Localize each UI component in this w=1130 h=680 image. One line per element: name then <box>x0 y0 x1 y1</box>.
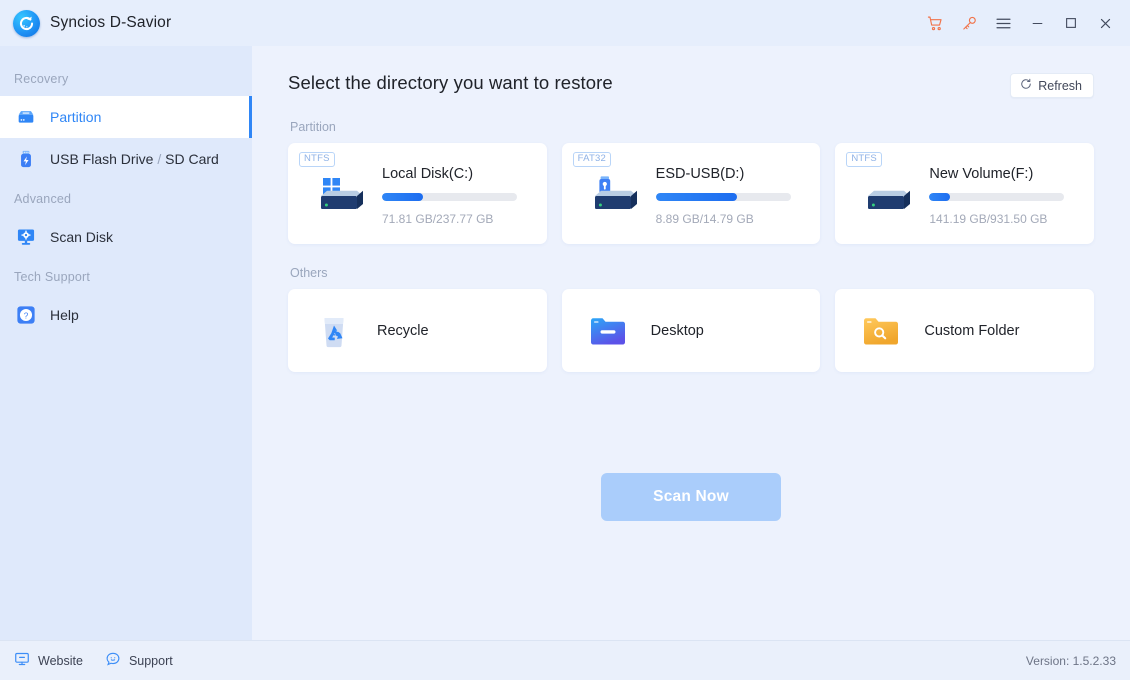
version-label: Version: 1.5.2.33 <box>1025 653 1116 668</box>
recovery-circle-logo-icon <box>13 9 40 37</box>
svg-text:?: ? <box>24 311 29 320</box>
minimize-icon[interactable] <box>1020 6 1054 40</box>
usage-bar <box>655 192 791 201</box>
partition-section-label: Partition <box>290 120 336 134</box>
others-card-row: Recycle Desktop Custom Folder <box>288 289 1095 372</box>
usage-bar-fill <box>382 192 423 201</box>
usage-bar-fill <box>929 192 950 201</box>
other-card-desktop[interactable]: Desktop <box>561 289 821 372</box>
usb-drive-icon <box>584 174 642 220</box>
help-question-icon: ? <box>14 303 38 327</box>
title-bar: Syncios D-Savior <box>0 0 1130 46</box>
key-icon[interactable] <box>952 6 986 40</box>
partition-card-row: NTFS Local Disk(C:) 71.81 GB/237.77 GB F… <box>288 143 1095 244</box>
footer-website-label: Website <box>38 653 83 668</box>
partition-size: 141.19 GB/931.50 GB <box>929 211 1048 226</box>
app-brand: Syncios D-Savior <box>0 9 172 37</box>
partition-card-esd-usb-d[interactable]: FAT32 ESD-USB(D:) 8.89 GB/14.79 GB <box>561 143 821 244</box>
usage-bar-fill <box>655 192 737 201</box>
sidebar-item-label: Help <box>50 307 79 323</box>
footer-website-link[interactable]: Website <box>14 651 83 670</box>
partition-card-local-disk-c[interactable]: NTFS Local Disk(C:) 71.81 GB/237.77 GB <box>288 143 547 244</box>
partition-info: New Volume(F:) 141.19 GB/931.50 GB <box>915 162 1078 226</box>
orange-search-folder-icon <box>861 314 901 348</box>
chat-bubble-icon <box>105 651 121 670</box>
other-card-label: Custom Folder <box>924 322 1020 339</box>
sidebar-item-scan-disk[interactable]: Scan Disk <box>0 216 252 258</box>
main-header: Select the directory you want to restore… <box>288 46 1094 98</box>
sidebar: Recovery Partition USB Flash Drive / SD … <box>0 46 252 640</box>
monitor-icon <box>14 651 30 670</box>
partition-name: New Volume(F:) <box>929 165 1034 182</box>
other-card-label: Desktop <box>650 322 704 339</box>
maximize-icon[interactable] <box>1054 6 1088 40</box>
refresh-icon <box>1020 78 1032 93</box>
usb-flash-icon <box>14 147 38 171</box>
sidebar-item-label: Partition <box>50 109 102 125</box>
sidebar-item-help[interactable]: ? Help <box>0 294 252 336</box>
partition-info: Local Disk(C:) 71.81 GB/237.77 GB <box>368 162 531 226</box>
footer-support-link[interactable]: Support <box>105 651 173 670</box>
partition-size: 8.89 GB/14.79 GB <box>655 211 754 226</box>
refresh-label: Refresh <box>1038 78 1082 93</box>
scan-button-area: Scan Now <box>288 372 1094 640</box>
partition-info: ESD-USB(D:) 8.89 GB/14.79 GB <box>642 162 805 226</box>
partition-name: ESD-USB(D:) <box>655 165 745 182</box>
scan-now-button[interactable]: Scan Now <box>601 473 781 521</box>
partition-drive-icon <box>14 105 38 129</box>
sidebar-group-recovery: Recovery <box>14 72 69 86</box>
footer-bar: Website Support Version: 1.5.2.33 <box>0 640 1130 680</box>
footer-support-label: Support <box>128 653 173 668</box>
cart-icon[interactable] <box>918 6 952 40</box>
plain-drive-icon <box>857 174 915 220</box>
filesystem-badge: NTFS <box>299 152 335 167</box>
partition-name: Local Disk(C:) <box>382 165 474 182</box>
window-body: Recovery Partition USB Flash Drive / SD … <box>0 46 1130 640</box>
app-title: Syncios D-Savior <box>50 14 172 31</box>
usage-bar <box>382 192 517 201</box>
scan-disk-monitor-icon <box>14 225 38 249</box>
partition-card-new-volume-f[interactable]: NTFS New Volume(F:) 141.19 GB/931.50 GB <box>835 143 1095 244</box>
others-section-label: Others <box>290 266 328 280</box>
sidebar-item-label: Scan Disk <box>50 229 114 245</box>
sidebar-group-advanced: Advanced <box>14 192 72 206</box>
other-card-label: Recycle <box>377 322 429 339</box>
page-title: Select the directory you want to restore <box>288 72 613 93</box>
blue-folder-icon <box>588 314 628 348</box>
partition-size: 71.81 GB/237.77 GB <box>382 211 494 226</box>
sidebar-item-partition[interactable]: Partition <box>0 96 252 138</box>
menu-icon[interactable] <box>986 6 1020 40</box>
filesystem-badge: NTFS <box>846 152 882 167</box>
filesystem-badge: FAT32 <box>572 152 611 167</box>
sidebar-item-label: USB Flash Drive / SD Card <box>50 151 219 167</box>
app-window: Syncios D-Savior Recovery Partition USB … <box>0 0 1130 680</box>
sidebar-item-usb-flash-drive[interactable]: USB Flash Drive / SD Card <box>0 138 252 180</box>
usage-bar <box>929 192 1065 201</box>
close-icon[interactable] <box>1088 6 1122 40</box>
refresh-button[interactable]: Refresh <box>1010 73 1094 98</box>
sidebar-group-tech-support: Tech Support <box>14 270 91 284</box>
other-card-recycle[interactable]: Recycle <box>288 289 547 372</box>
other-card-custom-folder[interactable]: Custom Folder <box>835 289 1095 372</box>
window-controls <box>918 6 1130 40</box>
recycle-bin-icon <box>314 313 354 349</box>
windows-drive-icon <box>310 174 368 220</box>
main-panel: Select the directory you want to restore… <box>252 46 1130 640</box>
